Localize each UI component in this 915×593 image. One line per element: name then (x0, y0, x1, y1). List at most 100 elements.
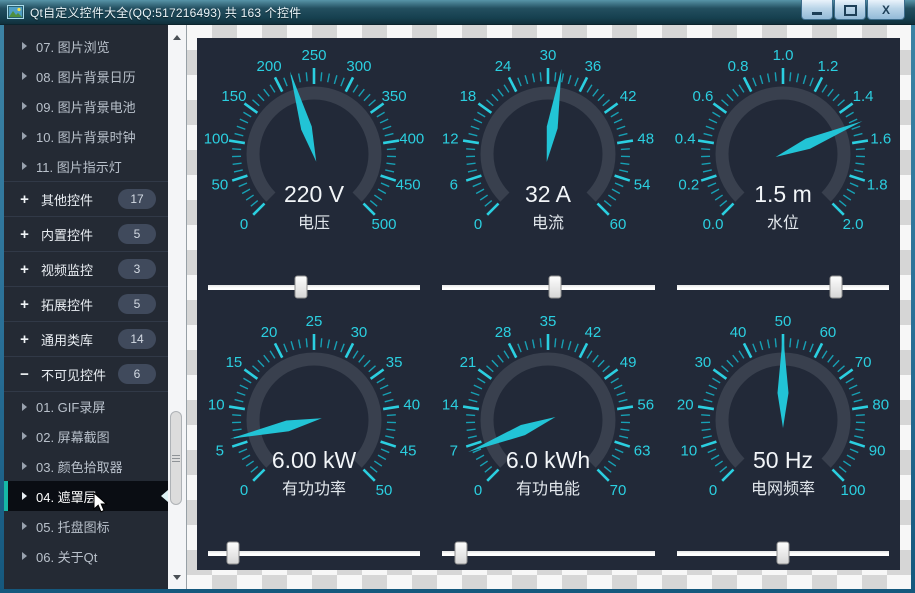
sidebar-item[interactable]: 03. 颜色拾取器 (4, 451, 168, 481)
sidebar-item[interactable]: 11. 图片指示灯 (4, 151, 168, 181)
gauge-value-slider[interactable] (677, 536, 889, 570)
gauge-name-label: 有功电能 (516, 480, 580, 498)
expand-arrow-icon (22, 72, 27, 80)
gauge-value-slider[interactable] (208, 270, 420, 304)
gauge-tick-label: 14 (442, 397, 459, 414)
gauge-row-top: 050100150200250300350400450500220 V电压061… (197, 38, 900, 270)
slider-track[interactable] (677, 285, 889, 290)
gauge-tick-label: 0 (474, 482, 482, 499)
scroll-down-arrow-icon[interactable] (168, 569, 186, 585)
item-count-badge: 6 (118, 364, 156, 384)
slider-handle[interactable] (454, 542, 467, 565)
sidebar-group[interactable]: +内置控件5 (4, 216, 168, 251)
gauge-tick-label: 30 (351, 324, 368, 341)
sidebar-group-label: 不可见控件 (41, 365, 106, 384)
gauge-value-slider[interactable] (677, 270, 889, 304)
scroll-up-arrow-icon[interactable] (168, 29, 186, 45)
slider-handle[interactable] (549, 276, 562, 299)
slider-cell-3 (666, 270, 900, 304)
gauge-4: 051015202530354045506.00 kW有功功率 (197, 304, 431, 536)
item-count-badge: 14 (118, 329, 156, 349)
expand-arrow-icon (22, 432, 27, 440)
sidebar-item-label: 01. GIF录屏 (36, 397, 105, 416)
gauge-tick-label: 63 (634, 443, 651, 460)
sidebar-item-label: 08. 图片背景日历 (36, 67, 136, 86)
sidebar-tree: 07. 图片浏览 08. 图片背景日历 09. 图片背景电池 10. 图片背景时钟 11… (4, 25, 168, 589)
gauge-needle-icon (285, 70, 322, 163)
sidebar-group[interactable]: +通用类库14 (4, 321, 168, 356)
sidebar-item-label: 03. 颜色拾取器 (36, 457, 123, 476)
minimize-icon (812, 12, 822, 15)
gauge-tick-label: 0 (474, 216, 482, 233)
sidebar-item[interactable]: 07. 图片浏览 (4, 31, 168, 61)
gauge-tick-label: 500 (372, 216, 397, 233)
sidebar-group-label: 视频监控 (41, 260, 93, 279)
expand-arrow-icon (22, 102, 27, 110)
gauge-tick-label: 42 (620, 88, 637, 105)
expand-arrow-icon (22, 462, 27, 470)
gauge-name-label: 有功功率 (282, 480, 346, 498)
gauge-tick-label: 100 (204, 131, 229, 148)
titlebar[interactable]: Qt自定义控件大全(QQ:517216493) 共 163 个控件 X (0, 0, 915, 25)
gauge-value: 1.5 m (754, 181, 812, 207)
gauge-tick-label: 450 (396, 177, 421, 194)
expand-arrow-icon (22, 403, 27, 411)
gauge-tick-label: 15 (226, 354, 243, 371)
sidebar-group[interactable]: −不可见控件 6 (4, 356, 168, 391)
sidebar-item[interactable]: 02. 屏幕截图 (4, 421, 168, 451)
minimize-button[interactable] (801, 0, 833, 20)
sidebar-item[interactable]: 06. 关于Qt (4, 541, 168, 571)
sidebar-item-label: 11. 图片指示灯 (36, 157, 122, 176)
gauge-value-slider[interactable] (442, 536, 654, 570)
sidebar-item[interactable]: 09. 图片背景电池 (4, 91, 168, 121)
sidebar-group-label: 其他控件 (41, 190, 93, 209)
item-count-badge: 3 (118, 259, 156, 279)
gauge-tick-label: 10 (208, 397, 225, 414)
gauge-tick-label: 0.6 (692, 88, 713, 105)
sidebar-item[interactable]: 01. GIF录屏 (4, 391, 168, 421)
gauge-tick-label: 35 (540, 313, 557, 330)
collapse-icon: − (18, 366, 31, 383)
sidebar-item[interactable]: 05. 托盘图标 (4, 511, 168, 541)
gauge-tick-label: 400 (399, 131, 424, 148)
scrollbar-thumb[interactable] (170, 411, 182, 505)
gauge-tick-label: 28 (495, 324, 512, 341)
item-count-badge: 5 (118, 294, 156, 314)
sidebar-scrollbar[interactable] (168, 25, 187, 589)
gauge-tick-label: 0 (709, 482, 717, 499)
window-controls: X (801, 0, 905, 20)
slider-handle[interactable] (295, 276, 308, 299)
app-window: Qt自定义控件大全(QQ:517216493) 共 163 个控件 X 07. … (0, 0, 915, 593)
gauge-tick-label: 2.0 (842, 216, 863, 233)
expand-arrow-icon (22, 162, 27, 170)
gauge-tick-label: 1.4 (852, 88, 873, 105)
sidebar-group[interactable]: +视频监控3 (4, 251, 168, 286)
gauge-value: 32 A (525, 181, 572, 207)
sidebar-group[interactable]: +其他控件17 (4, 181, 168, 216)
gauge-tick-label: 10 (680, 443, 697, 460)
gauge-tick-label: 50 (212, 177, 229, 194)
expand-icon: + (18, 331, 31, 348)
gauge-tick-label: 36 (585, 58, 602, 75)
gauge-tick-label: 45 (400, 443, 417, 460)
sidebar-group[interactable]: +拓展控件5 (4, 286, 168, 321)
slider-handle[interactable] (776, 542, 789, 565)
slider-handle[interactable] (227, 542, 240, 565)
sidebar-item[interactable]: 10. 图片背景时钟 (4, 121, 168, 151)
maximize-button[interactable] (834, 0, 866, 20)
sidebar-item-label: 10. 图片背景时钟 (36, 127, 136, 146)
gauge-value-slider[interactable] (442, 270, 654, 304)
sidebar-item[interactable]: 04. 遮罩层 (4, 481, 168, 511)
gauge-value-slider[interactable] (208, 536, 420, 570)
window-title: Qt自定义控件大全(QQ:517216493) 共 163 个控件 (30, 4, 301, 21)
slider-track[interactable] (208, 285, 420, 290)
slider-track[interactable] (442, 551, 654, 556)
gauge-name-label: 电网频率 (751, 480, 815, 498)
slider-handle[interactable] (829, 276, 842, 299)
gauge-tick-label: 1.0 (772, 47, 793, 64)
gauge-tick-label: 1.2 (817, 58, 838, 75)
gauge-name-label: 水位 (767, 214, 799, 232)
maximize-icon (844, 5, 857, 16)
close-button[interactable]: X (867, 0, 905, 20)
sidebar-item[interactable]: 08. 图片背景日历 (4, 61, 168, 91)
